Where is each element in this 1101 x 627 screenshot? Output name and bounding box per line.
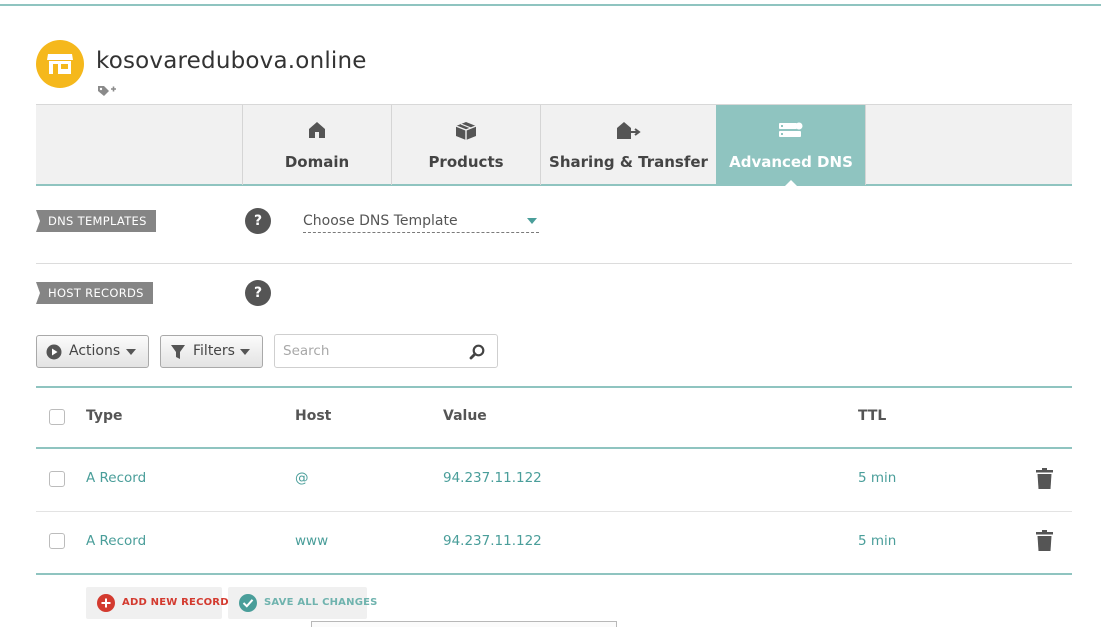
actions-button[interactable]: Actions [36, 335, 149, 368]
add-new-record-label: ADD NEW RECORD [122, 597, 229, 608]
play-circle-icon [46, 344, 62, 364]
tab-advanced-dns[interactable]: Advanced DNS [716, 105, 865, 187]
save-all-changes-button[interactable]: SAVE ALL CHANGES [228, 587, 377, 619]
dns-template-select[interactable]: Choose DNS Template [303, 211, 539, 233]
tab-sharing-transfer-label: Sharing & Transfer [549, 153, 708, 171]
row-checkbox[interactable] [49, 471, 65, 487]
chevron-down-icon [240, 349, 250, 355]
store-logo-icon [36, 40, 84, 88]
filter-icon [170, 344, 186, 364]
top-accent-line [0, 4, 1101, 6]
active-tab-pointer [784, 180, 798, 187]
search-icon[interactable] [469, 344, 485, 364]
table-top-border [36, 386, 1072, 388]
tab-divider [865, 105, 866, 185]
trash-icon[interactable] [1036, 530, 1053, 555]
dns-templates-help-icon[interactable]: ? [245, 208, 271, 234]
chevron-down-icon [126, 349, 136, 355]
column-header-ttl[interactable]: TTL [858, 408, 886, 424]
check-circle-icon [239, 594, 257, 612]
column-header-value[interactable]: Value [443, 408, 487, 424]
record-type[interactable]: A Record [86, 533, 146, 549]
dns-server-icon [717, 121, 865, 143]
tab-products-label: Products [428, 153, 504, 171]
actions-button-label: Actions [69, 343, 121, 359]
tab-sharing-transfer[interactable]: Sharing & Transfer [540, 105, 716, 185]
overlapping-panel-edge [311, 621, 617, 627]
save-all-changes-label: SAVE ALL CHANGES [264, 597, 378, 608]
select-all-checkbox[interactable] [49, 409, 65, 425]
chevron-down-icon [527, 218, 537, 224]
dns-template-select-value: Choose DNS Template [303, 213, 458, 229]
domain-name-title: kosovaredubova.online [96, 48, 367, 74]
add-tag-icon[interactable] [97, 83, 117, 97]
box-icon [392, 121, 540, 143]
host-records-help-icon[interactable]: ? [245, 280, 271, 306]
record-host[interactable]: @ [295, 470, 309, 486]
share-transfer-icon [541, 121, 716, 143]
record-host[interactable]: www [295, 533, 328, 549]
filters-button[interactable]: Filters [160, 335, 263, 368]
add-new-record-button[interactable]: ADD NEW RECORD [86, 587, 229, 619]
search-box [274, 334, 498, 368]
tab-domain-label: Domain [284, 153, 350, 171]
home-icon [243, 121, 391, 143]
column-header-type[interactable]: Type [86, 408, 123, 424]
tab-domain[interactable]: Domain [242, 105, 391, 185]
record-type[interactable]: A Record [86, 470, 146, 486]
tab-products[interactable]: Products [391, 105, 540, 185]
search-input[interactable] [283, 341, 463, 361]
dns-templates-label: DNS TEMPLATES [36, 210, 156, 232]
row-checkbox[interactable] [49, 533, 65, 549]
record-ttl[interactable]: 5 min [858, 533, 896, 549]
plus-circle-icon [97, 594, 115, 612]
section-divider [36, 263, 1072, 264]
row-divider [36, 511, 1072, 512]
filters-button-label: Filters [193, 343, 235, 359]
table-header-border [36, 447, 1072, 449]
record-value[interactable]: 94.237.11.122 [443, 533, 542, 549]
table-bottom-border [36, 573, 1072, 575]
record-ttl[interactable]: 5 min [858, 470, 896, 486]
domain-tabs: Domain Products Sharing & Transfer Advan… [36, 104, 1072, 187]
trash-icon[interactable] [1036, 468, 1053, 493]
record-value[interactable]: 94.237.11.122 [443, 470, 542, 486]
tab-advanced-dns-label: Advanced DNS [729, 153, 853, 171]
column-header-host[interactable]: Host [295, 408, 331, 424]
host-records-label: HOST RECORDS [36, 282, 153, 304]
